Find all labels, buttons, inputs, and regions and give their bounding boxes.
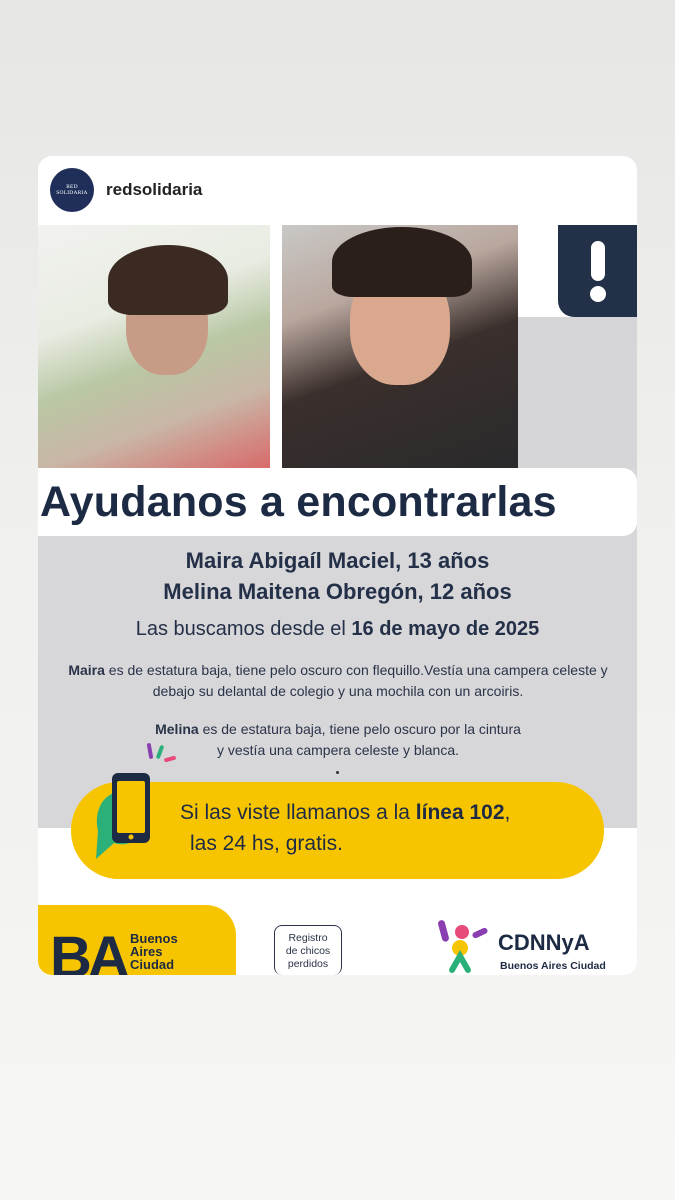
username[interactable]: redsolidaria [106, 180, 202, 200]
ba-word-ciudad: Ciudad [130, 957, 175, 972]
since-date: 16 de mayo de 2025 [351, 618, 540, 640]
alert-tab [558, 225, 637, 317]
names-block: Maira Abigaíl Maciel, 13 años Melina Mai… [38, 545, 637, 607]
instagram-post-card: RED SOLIDARIA redsolidaria Ayudanos a en… [38, 156, 637, 975]
desc-maira-text: es de estatura baja, tiene pelo oscuro c… [104, 662, 608, 699]
desc-maira-name: Maira [68, 662, 105, 678]
cdnnya-figure-icon [438, 920, 488, 973]
exclamation-icon [589, 241, 606, 302]
registro-line1: Registro [288, 932, 328, 944]
gray-panel [518, 317, 637, 468]
buenos-aires-logo: BA Buenos Aires Ciudad [38, 905, 236, 975]
call-suffix: , [504, 801, 511, 824]
cdnnya-title: CDNNyA [498, 930, 590, 955]
ba-words: Buenos Aires Ciudad [130, 932, 178, 971]
post-header: RED SOLIDARIA redsolidaria [38, 156, 637, 224]
photo-maira [38, 225, 270, 468]
name-melina: Melina Maitena Obregón, 12 años [163, 579, 512, 604]
missing-since: Las buscamos desde el 16 de mayo de 2025 [38, 618, 637, 641]
registro-line2: de chicos [285, 945, 331, 957]
call-line-number: línea 102 [415, 801, 505, 824]
phone-chat-icon [96, 773, 150, 859]
since-prefix: Las buscamos desde el [135, 618, 352, 640]
avatar[interactable]: RED SOLIDARIA [50, 168, 94, 212]
desc-melina-line1: es de estatura baja, tiene pelo oscuro p… [198, 721, 521, 737]
description-maira: Maira es de estatura baja, tiene pelo os… [68, 660, 608, 702]
registro-logo: Registro de chicos perdidos [274, 925, 342, 975]
desc-melina-name: Melina [155, 721, 199, 737]
poster-headline: Ayudanos a encontrarlas [40, 477, 557, 526]
call-prefix: Si las viste llamanos a la [180, 801, 416, 824]
ba-mark: BA [50, 925, 130, 976]
sparkle-icon [146, 743, 176, 763]
name-maira: Maira Abigaíl Maciel, 13 años [185, 548, 490, 573]
cdnnya-subtitle: Buenos Aires Ciudad [500, 960, 606, 972]
call-line2: las 24 hs, gratis. [190, 832, 343, 855]
registro-line3: perdidos [287, 958, 329, 970]
photo-melina [282, 225, 518, 468]
missing-persons-poster: Ayudanos a encontrarlas Maira Abigaíl Ma… [38, 225, 637, 975]
dot-divider [336, 771, 339, 774]
call-text: Si las viste llamanos a la línea 102, la… [180, 797, 600, 859]
headline-bar: Ayudanos a encontrarlas [38, 468, 637, 536]
